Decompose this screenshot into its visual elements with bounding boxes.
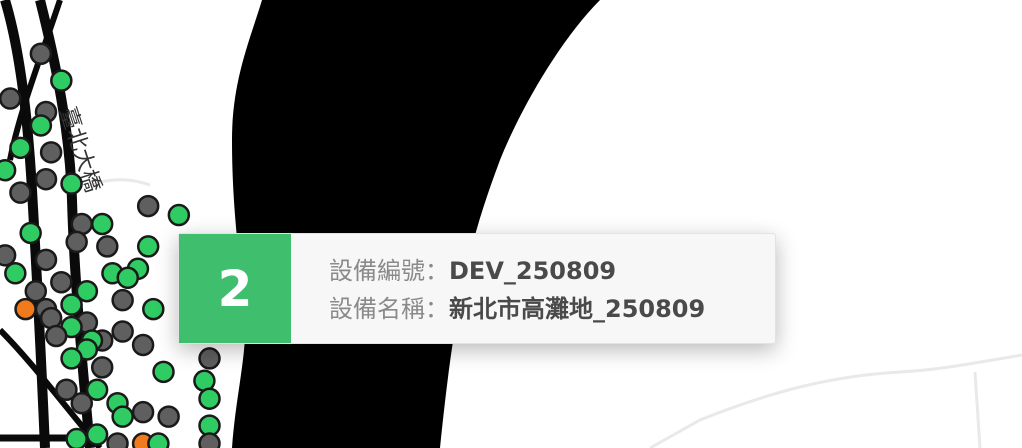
device-marker-offline[interactable]	[9, 181, 32, 204]
device-marker-online[interactable]	[60, 172, 83, 195]
device-marker-offline[interactable]	[106, 432, 129, 448]
device-marker-warning[interactable]	[14, 297, 37, 321]
device-marker-offline[interactable]	[50, 270, 73, 294]
device-marker-online[interactable]	[19, 221, 42, 245]
device-marker-online[interactable]	[29, 114, 53, 137]
device-marker-online[interactable]	[142, 297, 165, 321]
device-marker-online[interactable]	[60, 293, 83, 316]
device-marker-online[interactable]	[60, 347, 83, 370]
device-marker-online[interactable]	[9, 136, 32, 160]
device-marker-online[interactable]	[4, 262, 27, 285]
device-marker-offline[interactable]	[70, 391, 94, 415]
device-marker-online[interactable]	[147, 432, 170, 448]
device-marker-online[interactable]	[198, 387, 221, 410]
device-popup[interactable]: 2 設備編號：DEV_250809 設備名稱：新北市高灘地_250809	[178, 233, 776, 344]
device-marker-offline[interactable]	[29, 42, 53, 66]
popup-details: 設備編號：DEV_250809 設備名稱：新北市高灘地_250809	[291, 234, 705, 343]
device-marker-offline[interactable]	[39, 141, 63, 164]
device-marker-offline[interactable]	[34, 167, 58, 191]
device-marker-online[interactable]	[116, 266, 139, 290]
device-marker-offline[interactable]	[96, 235, 119, 258]
device-marker-offline[interactable]	[65, 230, 88, 254]
device-marker-online[interactable]	[85, 423, 109, 446]
cluster-count-badge: 2	[179, 234, 291, 343]
device-marker-offline[interactable]	[198, 347, 221, 370]
device-marker-offline[interactable]	[90, 356, 114, 379]
device-marker-offline[interactable]	[24, 279, 48, 303]
device-marker-offline[interactable]	[0, 87, 22, 110]
device-marker-offline[interactable]	[111, 288, 134, 312]
device-marker-online[interactable]	[90, 212, 114, 236]
device-marker-offline[interactable]	[111, 320, 134, 343]
device-name-label: 設備名稱：	[329, 295, 449, 323]
map-canvas[interactable]: 臺北大橋	[0, 0, 1022, 448]
device-id-value: DEV_250809	[449, 257, 617, 285]
device-marker-online[interactable]	[111, 405, 134, 428]
device-name-value: 新北市高灘地_250809	[449, 295, 706, 323]
device-marker-online[interactable]	[50, 69, 73, 92]
device-id-row: 設備編號：DEV_250809	[329, 252, 705, 290]
device-marker-offline[interactable]	[136, 194, 160, 218]
device-id-label: 設備編號：	[329, 257, 449, 285]
device-marker-offline[interactable]	[157, 405, 180, 428]
device-marker-offline[interactable]	[131, 400, 155, 424]
river	[232, 0, 600, 448]
device-marker-offline[interactable]	[131, 333, 155, 357]
device-marker-offline[interactable]	[34, 248, 58, 272]
device-marker-online[interactable]	[0, 158, 17, 182]
device-marker-offline[interactable]	[44, 324, 68, 348]
device-marker-online[interactable]	[167, 203, 191, 227]
device-marker-offline[interactable]	[198, 432, 221, 448]
device-marker-online[interactable]	[152, 360, 175, 384]
device-marker-online[interactable]	[136, 235, 160, 258]
device-marker-online[interactable]	[65, 427, 88, 448]
device-name-row: 設備名稱：新北市高灘地_250809	[329, 290, 705, 328]
